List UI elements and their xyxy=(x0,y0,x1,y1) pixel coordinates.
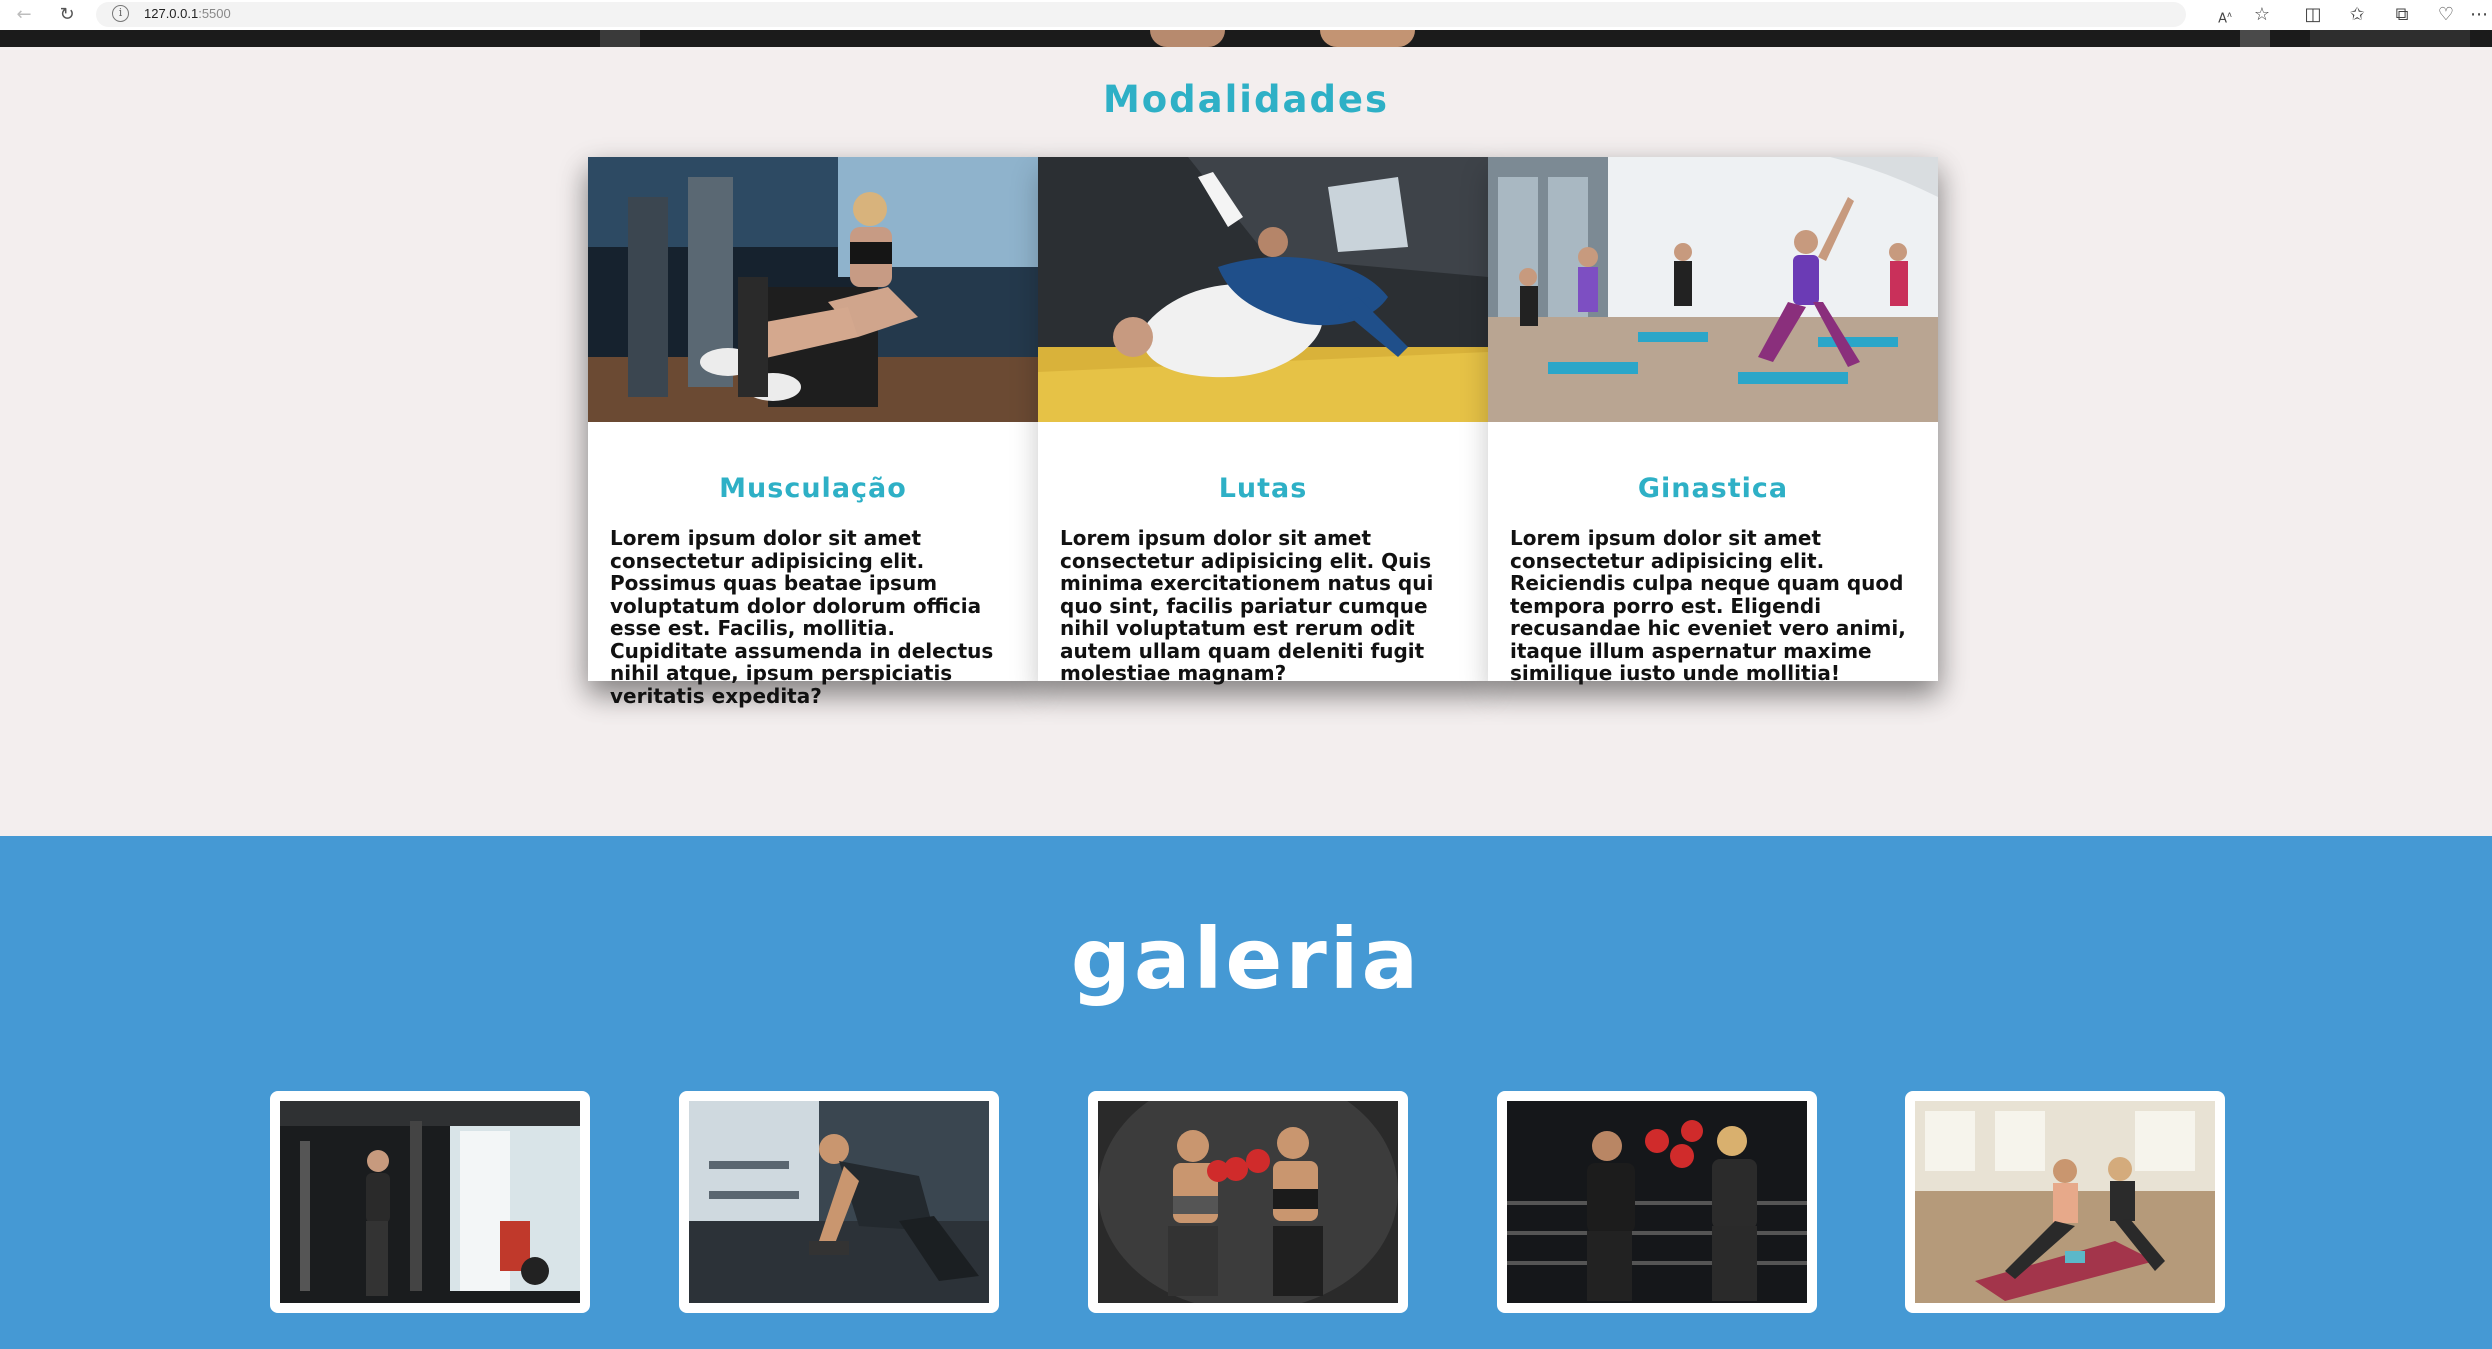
url-host: 127.0.0.1 xyxy=(144,6,199,21)
card-text: Lorem ipsum dolor sit amet consectetur a… xyxy=(1060,526,1434,685)
back-arrow-icon[interactable]: ← xyxy=(12,3,36,27)
gallery-image-2[interactable] xyxy=(679,1091,999,1313)
galeria-section: galeria xyxy=(0,836,2492,1349)
modalidades-cards: Musculação Lorem ipsum dolor sit amet co… xyxy=(588,157,1938,707)
address-bar[interactable]: i 127.0.0.1:5500 xyxy=(96,2,2186,27)
gallery-image-4[interactable] xyxy=(1497,1091,1817,1313)
ginastica-photo xyxy=(1488,157,1938,422)
info-icon[interactable]: i xyxy=(112,5,129,22)
gallery-image-1[interactable] xyxy=(270,1091,590,1313)
collections-icon[interactable]: ⧉ xyxy=(2389,3,2415,27)
musculacao-photo xyxy=(588,157,1038,422)
gallery-image-5[interactable] xyxy=(1905,1091,2225,1313)
split-screen-icon[interactable]: ◫ xyxy=(2300,3,2326,27)
reload-icon[interactable]: ↻ xyxy=(55,3,79,27)
url-port: :5500 xyxy=(198,6,231,21)
browser-toolbar: ← ↻ i 127.0.0.1:5500 Aʌ ☆ ◫ ✩ ⧉ ♡ ⋯ xyxy=(0,0,2492,31)
card-ginastica[interactable]: Ginastica Lorem ipsum dolor sit amet con… xyxy=(1488,157,1938,684)
more-icon[interactable]: ⋯ xyxy=(2466,3,2492,27)
favorite-star-icon[interactable]: ☆ xyxy=(2249,3,2275,27)
card-text: Lorem ipsum dolor sit amet consectetur a… xyxy=(610,526,994,708)
card-text: Lorem ipsum dolor sit amet consectetur a… xyxy=(1510,526,1906,685)
favorites-icon[interactable]: ✩ xyxy=(2344,3,2370,27)
card-title: Lutas xyxy=(1218,473,1308,504)
hero-banner-image xyxy=(0,30,2492,47)
gallery-image-3[interactable] xyxy=(1088,1091,1408,1313)
read-aloud-icon[interactable]: Aʌ xyxy=(2212,3,2238,27)
card-title: Musculação xyxy=(719,473,907,504)
url-text[interactable]: 127.0.0.1:5500 xyxy=(144,6,231,21)
browser-essentials-icon[interactable]: ♡ xyxy=(2433,3,2459,27)
lutas-photo xyxy=(1038,157,1488,422)
card-musculacao[interactable]: Musculação Lorem ipsum dolor sit amet co… xyxy=(588,157,1038,707)
galeria-title: galeria xyxy=(1070,910,1422,1008)
card-title: Ginastica xyxy=(1637,473,1789,504)
card-lutas[interactable]: Lutas Lorem ipsum dolor sit amet consect… xyxy=(1038,157,1488,684)
modalidades-title: Modalidades xyxy=(1102,78,1390,121)
